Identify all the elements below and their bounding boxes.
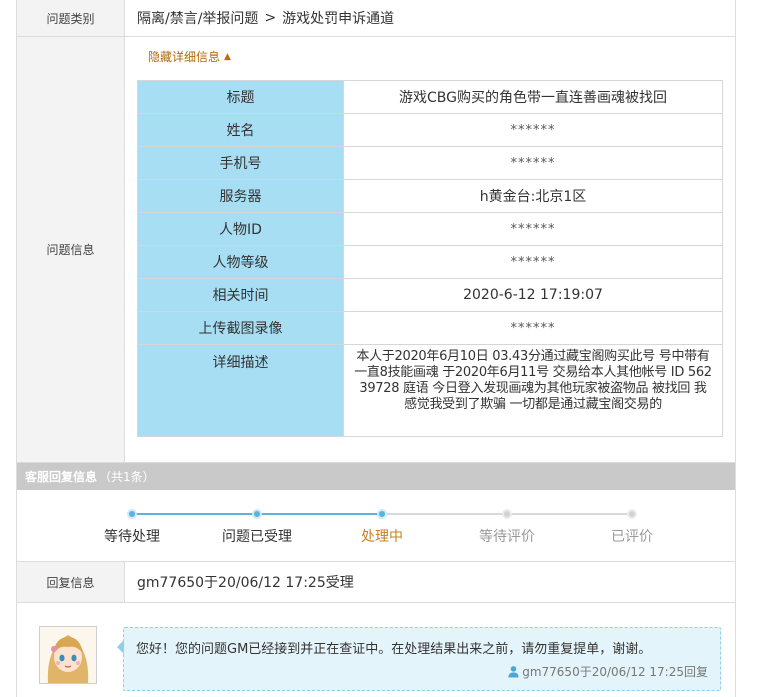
progress-dot	[252, 509, 262, 519]
category-value: 隔离/禁言/举报问题 > 游戏处罚申诉通道	[137, 0, 394, 36]
issue-detail-table: 标题 游戏CBG购买的角色带一直连善画魂被找回 姓名 ****** 手机号 ****** 服…	[137, 80, 723, 437]
detail-row: 上传截图录像 ******	[137, 311, 723, 345]
detail-key: 手机号	[137, 146, 344, 180]
detail-value: h黄金台:北京1区	[343, 179, 723, 213]
ticket-detail-panel: 问题类别 隔离/禁言/举报问题 > 游戏处罚申诉通道 问题信息 隐藏详细信息 ▲…	[16, 0, 736, 697]
progress-track-segment	[507, 513, 632, 515]
reply-info-label: 回复信息	[17, 562, 125, 602]
detail-row: 服务器 h黄金台:北京1区	[137, 179, 723, 213]
bubble-tip	[117, 640, 124, 654]
progress-step-label: 处理中	[361, 529, 403, 545]
detail-row: 姓名 ******	[137, 113, 723, 147]
user-icon	[508, 666, 519, 678]
category-channel: 游戏处罚申诉通道	[282, 11, 395, 27]
reply-message-text: 您好！您的问题GM已经接到并正在查证中。在处理结果出来之前，请勿重复提单，谢谢。	[136, 642, 652, 657]
detail-value: ******	[343, 245, 723, 279]
reply-message-card: 您好！您的问题GM已经接到并正在查证中。在处理结果出来之前，请勿重复提单，谢谢。…	[117, 627, 721, 691]
reply-info-value: gm77650于20/06/12 17:25受理	[137, 575, 354, 591]
progress-step-label: 等待评价	[479, 529, 535, 545]
progress-track-segment	[382, 513, 507, 515]
progress-dot	[627, 509, 637, 519]
category-row: 问题类别 隔离/禁言/举报问题 > 游戏处罚申诉通道	[17, 0, 735, 37]
detail-row: 人物等级 ******	[137, 245, 723, 279]
detail-key: 姓名	[137, 113, 344, 147]
caret-up-icon: ▲	[224, 51, 231, 62]
detail-key: 相关时间	[137, 278, 344, 312]
detail-row: 相关时间 2020-6-12 17:19:07	[137, 278, 723, 312]
issue-info-label: 问题信息	[17, 37, 125, 462]
detail-row: 手机号 ******	[137, 146, 723, 180]
reply-meta-text: gm77650于20/06/12 17:25回复	[522, 665, 708, 679]
progress-tracker: 等待处理 问题已受理 处理中 等待评价 已评价	[17, 490, 735, 562]
detail-row: 人物ID ******	[137, 212, 723, 246]
detail-key: 人物ID	[137, 212, 344, 246]
detail-key: 上传截图录像	[137, 311, 344, 345]
progress-track-segment	[257, 513, 382, 515]
progress-dot	[502, 509, 512, 519]
progress-dot	[377, 509, 387, 519]
category-separator: >	[264, 10, 277, 26]
detail-value: 游戏CBG购买的角色带一直连善画魂被找回	[343, 80, 723, 114]
detail-value: ******	[343, 146, 723, 180]
progress-step-label: 已评价	[611, 529, 653, 545]
reply-meta: gm77650于20/06/12 17:25回复	[507, 663, 708, 680]
progress-step-label: 等待处理	[104, 529, 160, 545]
detail-row-description: 详细描述 本人于2020年6月10日 03.43分通过藏宝阁购买此号 号中带有一直…	[137, 344, 723, 437]
description-value: 本人于2020年6月10日 03.43分通过藏宝阁购买此号 号中带有一直8技能画…	[343, 344, 723, 437]
detail-value: ******	[343, 311, 723, 345]
detail-value: ******	[343, 212, 723, 246]
category-path: 隔离/禁言/举报问题	[137, 11, 259, 27]
reply-info-row: 回复信息 gm77650于20/06/12 17:25受理	[17, 562, 735, 603]
avatar	[39, 626, 97, 684]
toggle-details-label: 隐藏详细信息	[148, 50, 221, 64]
progress-track-segment	[132, 513, 257, 515]
service-reply-count: （共1条）	[99, 470, 155, 484]
avatar-girl-icon	[40, 627, 96, 683]
detail-key: 标题	[137, 80, 344, 114]
service-reply-header: 客服回复信息 （共1条）	[17, 463, 735, 490]
detail-key: 服务器	[137, 179, 344, 213]
category-label: 问题类别	[17, 0, 125, 36]
progress-dot	[127, 509, 137, 519]
detail-row: 标题 游戏CBG购买的角色带一直连善画魂被找回	[137, 80, 723, 114]
detail-value: 2020-6-12 17:19:07	[343, 278, 723, 312]
service-reply-title: 客服回复信息	[25, 470, 98, 484]
description-key: 详细描述	[137, 344, 344, 437]
detail-key: 人物等级	[137, 245, 344, 279]
toggle-details-button[interactable]: 隐藏详细信息 ▲	[148, 48, 231, 65]
progress-step-label: 问题已受理	[222, 529, 292, 545]
detail-value: ******	[343, 113, 723, 147]
